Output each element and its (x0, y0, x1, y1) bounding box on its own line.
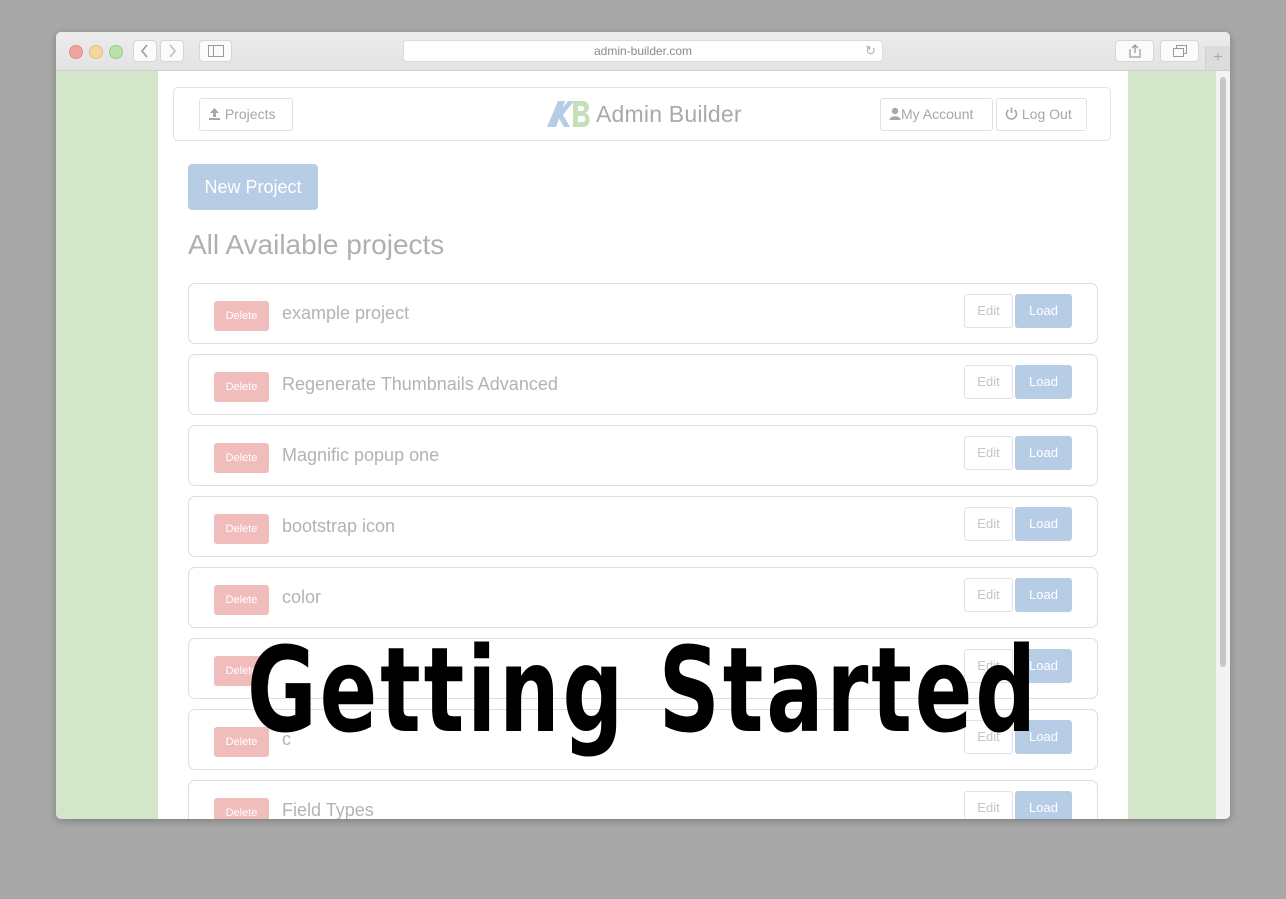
project-name: color (282, 587, 322, 607)
project-name: Magnific popup one (282, 445, 440, 465)
my-account-label: My Account (901, 106, 974, 122)
project-row: Delete bootstrap icon Edit Load (188, 496, 1098, 557)
my-account-button[interactable]: My Account (880, 98, 993, 131)
delete-button[interactable]: Delete (214, 372, 269, 402)
user-icon (889, 107, 901, 120)
project-name: example project (282, 303, 410, 323)
delete-button[interactable]: Delete (214, 514, 269, 544)
page-heading: All Available projects (188, 229, 445, 260)
project-row: Delete Field Types Edit Load (188, 780, 1098, 819)
load-button[interactable]: Load (1015, 507, 1072, 541)
forward-button[interactable] (160, 40, 184, 62)
load-button[interactable]: Load (1015, 365, 1072, 399)
project-row: Delete Magnific popup one Edit Load (188, 425, 1098, 486)
upload-icon (209, 108, 220, 120)
minimize-window-button[interactable] (89, 45, 103, 59)
log-out-button[interactable]: Log Out (996, 98, 1087, 131)
brand: Admin Builder (546, 99, 742, 129)
url-text: admin-builder.com (593, 44, 693, 58)
log-out-label: Log Out (1021, 106, 1072, 122)
project-name: Regenerate Thumbnails Advanced (282, 374, 558, 394)
brand-name: Admin Builder (596, 100, 742, 127)
project-name: Field Types (282, 800, 374, 819)
project-row: Delete Regenerate Thumbnails Advanced Ed… (188, 354, 1098, 415)
project-row: Delete example project Edit Load (188, 283, 1098, 344)
sidebar-toggle-button[interactable] (199, 40, 232, 62)
chevron-right-icon (169, 44, 177, 58)
load-button[interactable]: Load (1015, 294, 1072, 328)
scrollbar-thumb[interactable] (1220, 77, 1226, 667)
projects-button-label: Projects (224, 106, 276, 122)
delete-button[interactable]: Delete (214, 443, 269, 473)
chevron-left-icon (140, 44, 148, 58)
edit-button[interactable]: Edit (964, 791, 1013, 819)
address-bar[interactable]: admin-builder.com ↻ (403, 40, 883, 62)
edit-button[interactable]: Edit (964, 365, 1013, 399)
share-icon (1128, 44, 1141, 58)
admin-builder-logo (547, 101, 590, 127)
scrollbar[interactable] (1216, 71, 1230, 819)
zoom-window-button[interactable] (109, 45, 123, 59)
edit-button[interactable]: Edit (964, 507, 1013, 541)
share-button[interactable] (1115, 40, 1154, 62)
new-tab-button[interactable]: + (1205, 46, 1230, 70)
close-window-button[interactable] (69, 45, 83, 59)
projects-button[interactable]: Projects (199, 98, 293, 131)
load-button[interactable]: Load (1015, 791, 1072, 819)
reload-icon[interactable]: ↻ (865, 41, 876, 61)
tabs-icon (1172, 45, 1187, 57)
delete-button[interactable]: Delete (214, 798, 269, 819)
edit-button[interactable]: Edit (964, 436, 1013, 470)
back-button[interactable] (133, 40, 157, 62)
overlay-title: Getting Started (247, 621, 1039, 759)
edit-button[interactable]: Edit (964, 294, 1013, 328)
sidebar-icon (207, 45, 224, 57)
top-navbar: Projects Admin Builder My Account Log Ou… (173, 87, 1111, 141)
new-project-button[interactable]: New Project (188, 164, 318, 210)
browser-toolbar: admin-builder.com ↻ + (56, 32, 1230, 71)
project-name: bootstrap icon (282, 516, 396, 536)
load-button[interactable]: Load (1015, 436, 1072, 470)
edit-button[interactable]: Edit (964, 578, 1013, 612)
tabs-overview-button[interactable] (1160, 40, 1199, 62)
load-button[interactable]: Load (1015, 578, 1072, 612)
delete-button[interactable]: Delete (214, 301, 269, 331)
power-icon (1005, 107, 1018, 120)
